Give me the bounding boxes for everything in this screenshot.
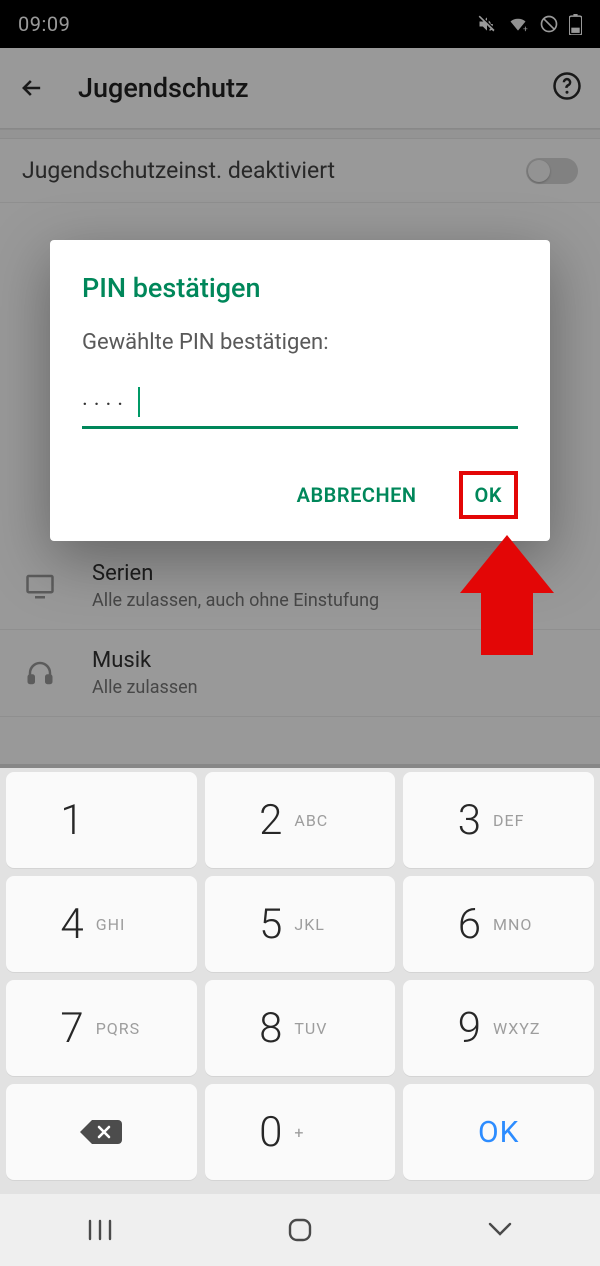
key-8[interactable]: 8TUV <box>205 980 396 1076</box>
key-7[interactable]: 7PQRS <box>6 980 197 1076</box>
dialog-title: PIN bestätigen <box>82 272 518 304</box>
key-6[interactable]: 6MNO <box>403 876 594 972</box>
annotation-arrow <box>460 535 554 655</box>
pin-input[interactable] <box>82 389 518 429</box>
key-0[interactable]: 0+ <box>205 1084 396 1180</box>
key-backspace[interactable] <box>6 1084 197 1180</box>
text-cursor <box>138 387 140 417</box>
confirm-pin-dialog: PIN bestätigen Gewählte PIN bestätigen: … <box>50 240 550 541</box>
nav-back[interactable] <box>450 1220 550 1240</box>
numeric-keypad: 1 2ABC 3DEF 4GHI 5JKL 6MNO 7PQRS 8TUV 9W… <box>0 764 600 1194</box>
key-9[interactable]: 9WXYZ <box>403 980 594 1076</box>
key-5[interactable]: 5JKL <box>205 876 396 972</box>
key-3[interactable]: 3DEF <box>403 772 594 868</box>
nav-home[interactable] <box>250 1217 350 1243</box>
key-2[interactable]: 2ABC <box>205 772 396 868</box>
key-ok[interactable]: OK <box>403 1084 594 1180</box>
dialog-subtitle: Gewählte PIN bestätigen: <box>82 330 518 355</box>
nav-recent[interactable] <box>50 1219 150 1241</box>
ok-highlight-frame: OK <box>459 471 518 519</box>
android-nav-bar <box>0 1194 600 1266</box>
key-1[interactable]: 1 <box>6 772 197 868</box>
cancel-button[interactable]: ABBRECHEN <box>291 471 423 519</box>
key-4[interactable]: 4GHI <box>6 876 197 972</box>
ok-button[interactable]: OK <box>473 479 504 511</box>
